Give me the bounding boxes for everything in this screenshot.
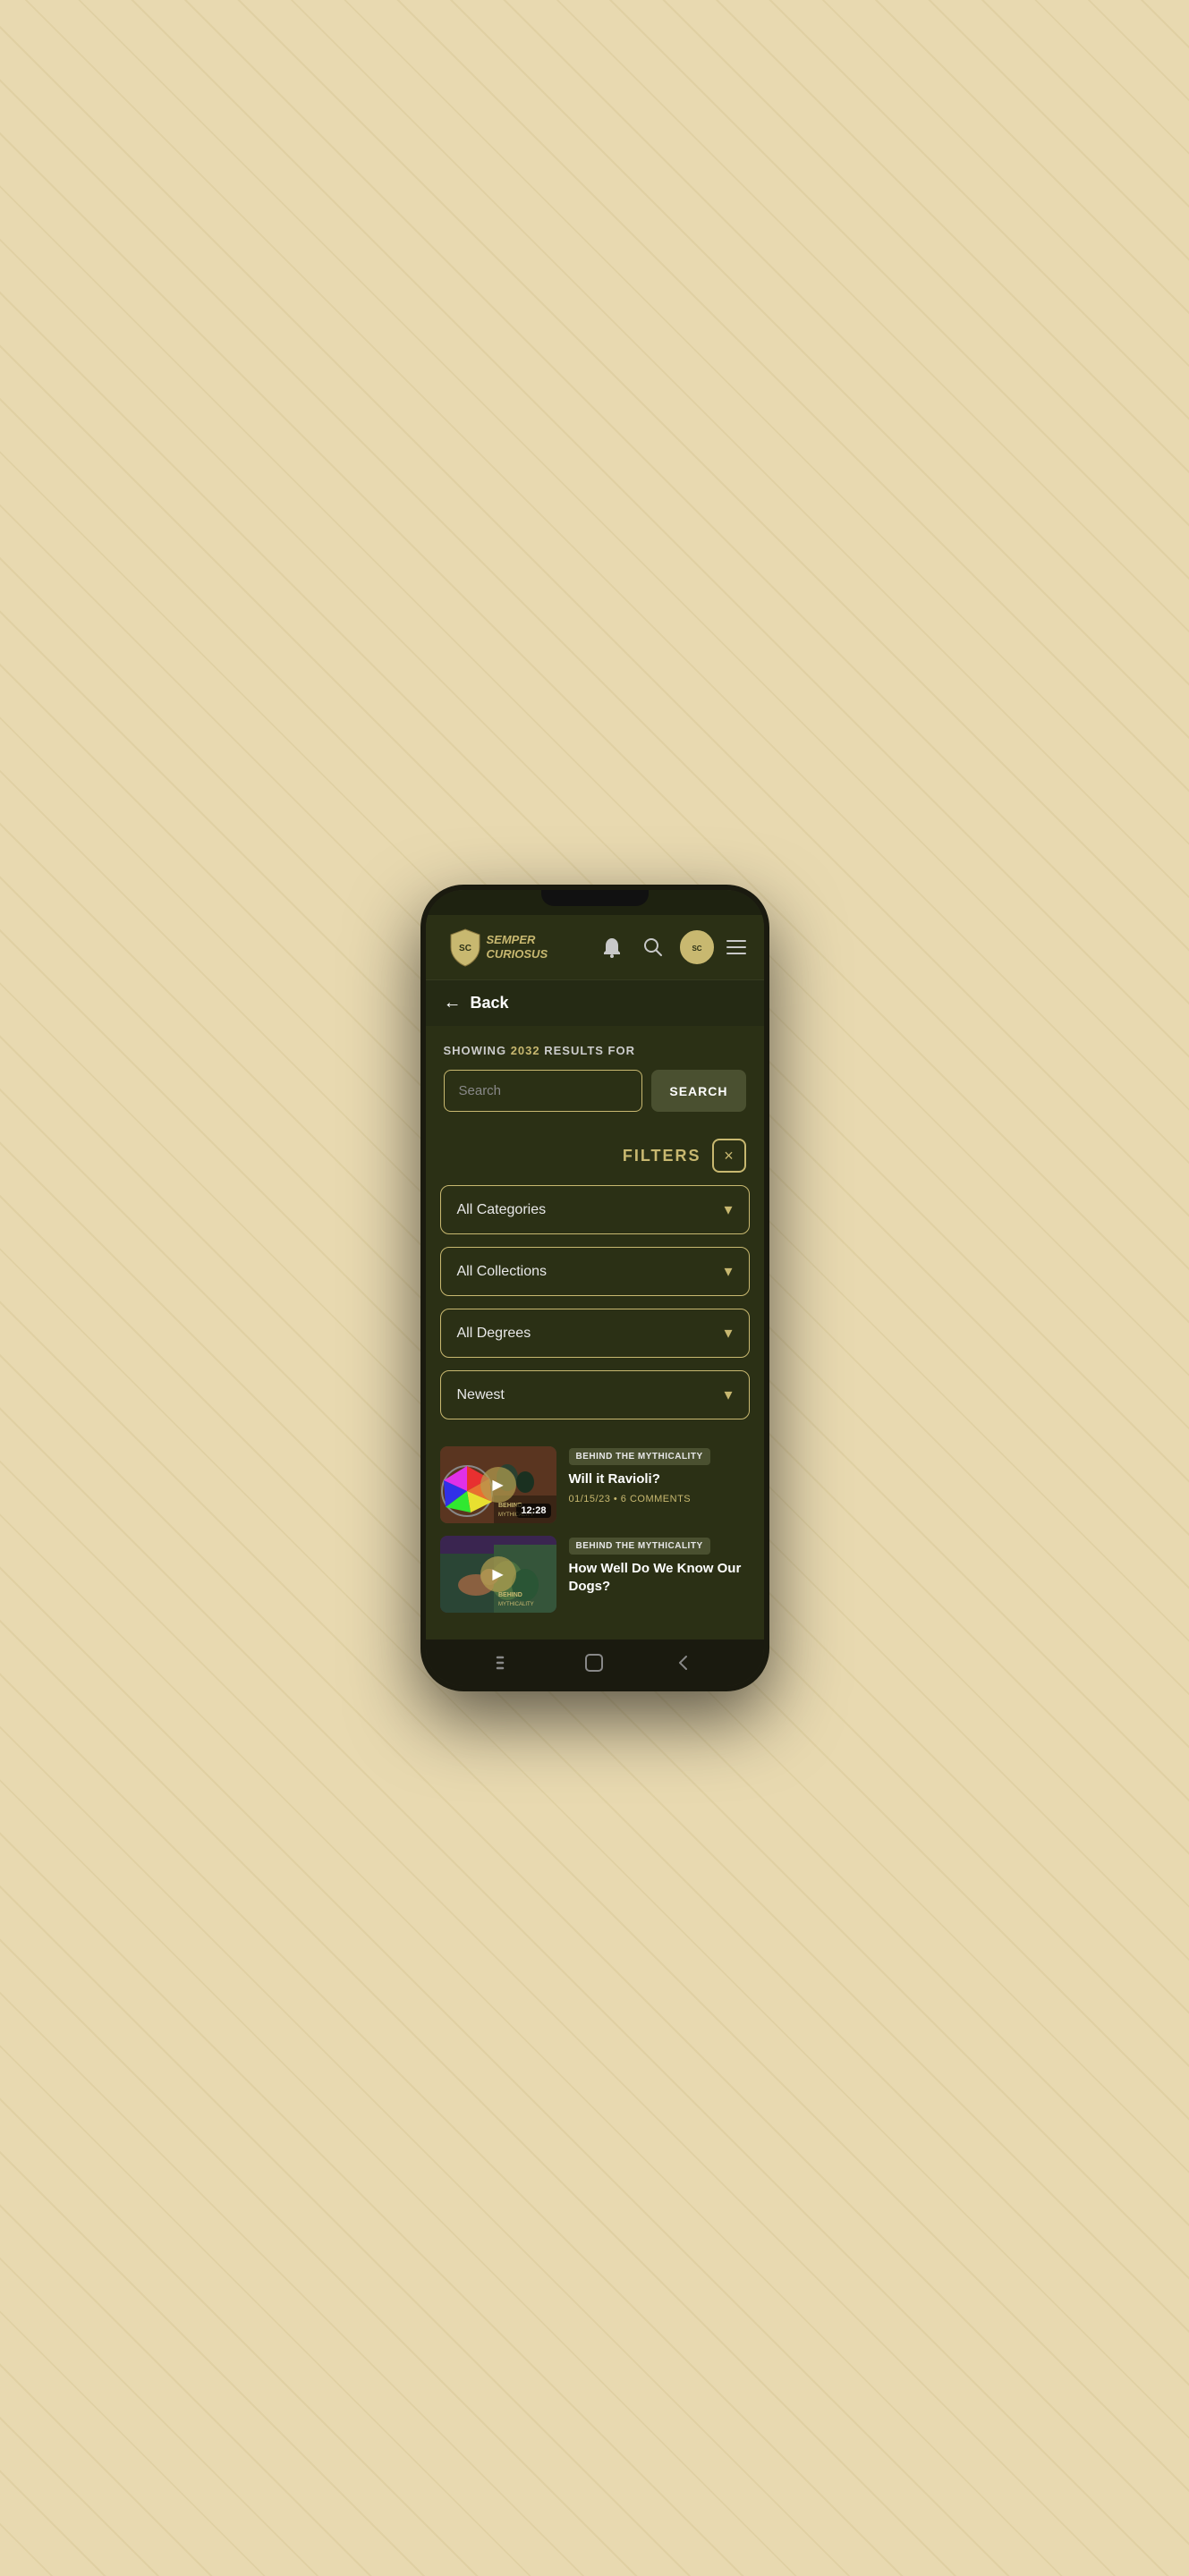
- svg-text:BEHIND: BEHIND: [498, 1592, 522, 1598]
- search-button[interactable]: SEARCH: [651, 1070, 745, 1112]
- nav-icons: SC: [598, 930, 746, 964]
- result-title: How Well Do We Know Our Dogs?: [569, 1560, 750, 1595]
- notch: [541, 890, 649, 906]
- logo: SC SEMPER CURIOSUS: [444, 926, 548, 969]
- chevron-down-icon: ▾: [724, 1385, 732, 1404]
- filters-label: FILTERS: [623, 1147, 701, 1165]
- result-count: 2032: [511, 1044, 540, 1057]
- video-thumbnail: BEHIND MYTHICALITY ▶: [440, 1536, 556, 1613]
- all-categories-dropdown[interactable]: All Categories ▾: [440, 1185, 750, 1234]
- all-degrees-label: All Degrees: [457, 1326, 531, 1342]
- chevron-down-icon: ▾: [724, 1324, 732, 1343]
- search-input-wrapper: [444, 1070, 643, 1112]
- svg-text:MYTHICALITY: MYTHICALITY: [498, 1602, 534, 1607]
- video-duration: 12:28: [516, 1504, 550, 1518]
- result-info: BEHIND THE MYTHICALITY How Well Do We Kn…: [569, 1536, 750, 1613]
- logo-icon: SC: [446, 928, 485, 967]
- results-summary: SHOWING 2032 RESULTS FOR: [444, 1044, 746, 1057]
- result-info: BEHIND THE MYTHICALITY Will it Ravioli? …: [569, 1446, 750, 1523]
- filters-section: FILTERS × All Categories ▾ All Collectio…: [426, 1126, 764, 1446]
- video-thumbnail: BEHIND MYTHICALITY ▶ 12:28: [440, 1446, 556, 1523]
- search-section: SHOWING 2032 RESULTS FOR SEARCH: [426, 1026, 764, 1126]
- status-bar: [426, 890, 764, 915]
- chevron-down-icon: ▾: [724, 1262, 732, 1281]
- all-collections-dropdown[interactable]: All Collections ▾: [440, 1247, 750, 1296]
- newest-label: Newest: [457, 1387, 505, 1403]
- search-row: SEARCH: [444, 1070, 746, 1112]
- play-button[interactable]: ▶: [480, 1467, 516, 1503]
- result-tag: BEHIND THE MYTHICALITY: [569, 1448, 710, 1465]
- filters-header: FILTERS ×: [440, 1126, 750, 1185]
- logo-shield: SC: [444, 926, 487, 969]
- svg-text:SC: SC: [692, 945, 701, 953]
- all-degrees-dropdown[interactable]: All Degrees ▾: [440, 1309, 750, 1358]
- results-list: BEHIND MYTHICALITY ▶ 12:28 BEHIND THE MY…: [426, 1446, 764, 1640]
- back-bar[interactable]: ← Back: [426, 980, 764, 1026]
- all-categories-label: All Categories: [457, 1202, 547, 1218]
- hamburger-menu-icon[interactable]: [726, 940, 746, 954]
- back-label: Back: [471, 994, 509, 1013]
- app-content: SC SEMPER CURIOSUS: [426, 915, 764, 1640]
- all-collections-label: All Collections: [457, 1264, 547, 1280]
- result-tag: BEHIND THE MYTHICALITY: [569, 1538, 710, 1555]
- result-meta: 01/15/23 • 6 COMMENTS: [569, 1494, 750, 1504]
- logo-text: SEMPER CURIOSUS: [487, 933, 548, 961]
- search-input[interactable]: [445, 1071, 642, 1111]
- bottom-nav: [426, 1640, 764, 1686]
- chevron-down-icon: ▾: [724, 1200, 732, 1219]
- bottom-back-button[interactable]: [666, 1645, 701, 1681]
- bottom-home-button[interactable]: [576, 1645, 612, 1681]
- bottom-menu-button[interactable]: [488, 1645, 523, 1681]
- avatar[interactable]: SC: [680, 930, 714, 964]
- table-row[interactable]: BEHIND MYTHICALITY ▶ 12:28 BEHIND THE MY…: [440, 1446, 750, 1523]
- close-filters-button[interactable]: ×: [712, 1139, 746, 1173]
- play-button[interactable]: ▶: [480, 1556, 516, 1592]
- newest-dropdown[interactable]: Newest ▾: [440, 1370, 750, 1419]
- back-arrow-icon: ←: [444, 993, 462, 1013]
- notification-icon[interactable]: [598, 933, 626, 962]
- table-row[interactable]: BEHIND MYTHICALITY ▶ BEHIND THE MYTHICAL…: [440, 1536, 750, 1613]
- result-title: Will it Ravioli?: [569, 1470, 750, 1488]
- top-nav: SC SEMPER CURIOSUS: [426, 915, 764, 980]
- search-icon[interactable]: [639, 933, 667, 962]
- phone-frame: SC SEMPER CURIOSUS: [420, 885, 769, 1691]
- svg-text:SC: SC: [459, 944, 471, 953]
